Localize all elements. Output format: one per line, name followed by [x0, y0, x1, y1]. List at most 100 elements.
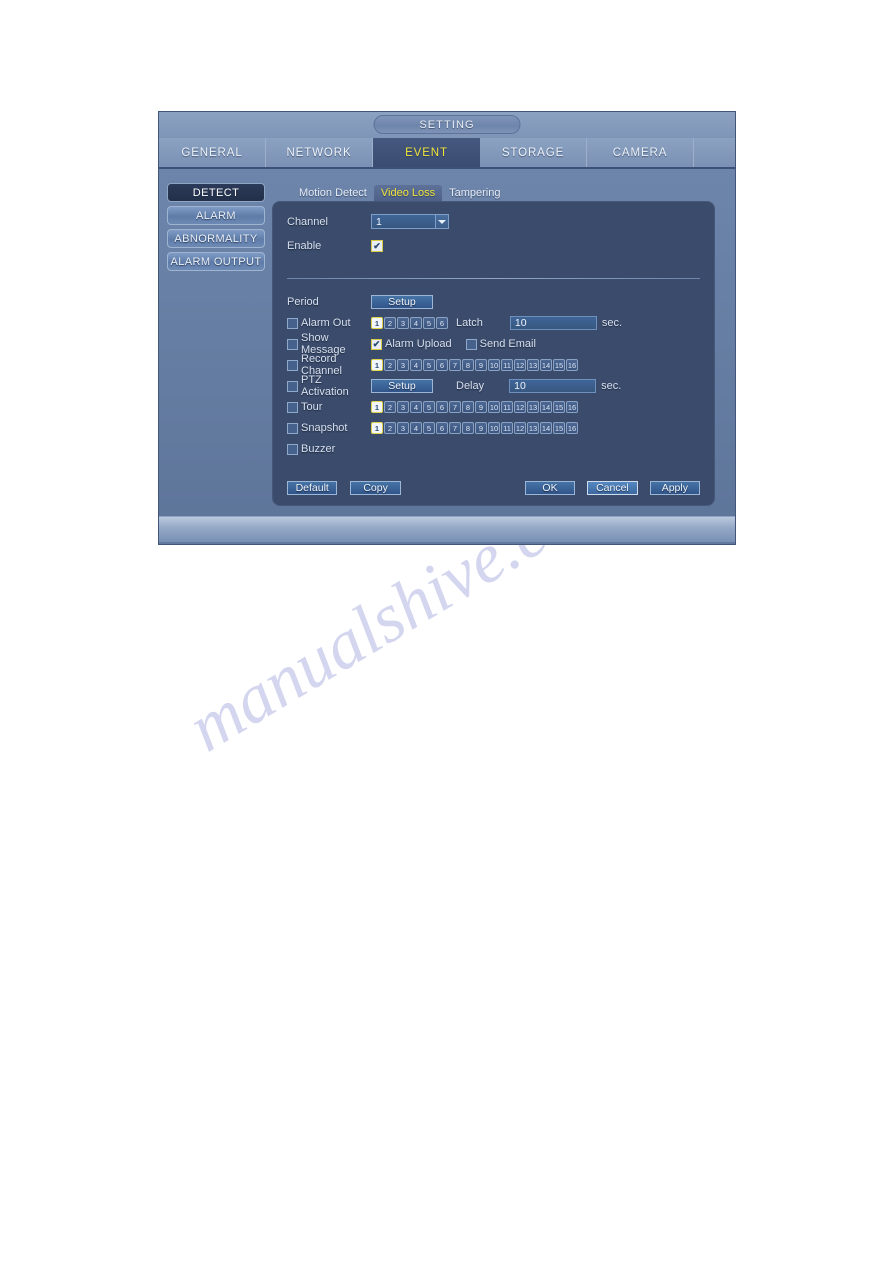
- tab-camera[interactable]: CAMERA: [587, 138, 694, 167]
- delay-unit: sec.: [601, 380, 622, 392]
- alarm-out-label: Alarm Out: [301, 317, 351, 329]
- snapshot-chip[interactable]: 15: [553, 422, 565, 434]
- record-channel-chip[interactable]: 14: [540, 359, 552, 371]
- buzzer-check-group: Buzzer: [287, 443, 371, 455]
- record-channel-checkbox[interactable]: [287, 359, 298, 371]
- ptz-activation-checkbox[interactable]: [287, 380, 298, 392]
- tour-chip[interactable]: 14: [540, 401, 552, 413]
- alarm-out-chip[interactable]: 4: [410, 317, 422, 329]
- show-message-checkbox[interactable]: [287, 338, 298, 350]
- record-channel-chip[interactable]: 1: [371, 359, 383, 371]
- sidebar-item-alarm-output[interactable]: ALARM OUTPUT: [167, 252, 265, 271]
- alarm-out-chip[interactable]: 2: [384, 317, 396, 329]
- tour-chip[interactable]: 2: [384, 401, 396, 413]
- tour-chip[interactable]: 5: [423, 401, 435, 413]
- alarm-out-chip[interactable]: 6: [436, 317, 448, 329]
- snapshot-label: Snapshot: [301, 422, 348, 434]
- tour-chip[interactable]: 8: [462, 401, 474, 413]
- tour-chip[interactable]: 10: [488, 401, 500, 413]
- setting-window: SETTING GENERAL NETWORK EVENT STORAGE CA…: [158, 111, 736, 545]
- buzzer-label: Buzzer: [301, 443, 336, 455]
- alarm-out-chip[interactable]: 5: [423, 317, 435, 329]
- tour-chip[interactable]: 11: [501, 401, 513, 413]
- send-email-checkbox[interactable]: [465, 338, 477, 350]
- chevron-down-icon[interactable]: [435, 215, 448, 228]
- snapshot-chip[interactable]: 4: [410, 422, 422, 434]
- record-channel-chip[interactable]: 10: [488, 359, 500, 371]
- record-channel-chip[interactable]: 7: [449, 359, 461, 371]
- sidebar-item-alarm[interactable]: ALARM: [167, 206, 265, 225]
- period-setup-button[interactable]: Setup: [371, 295, 433, 309]
- tab-event[interactable]: EVENT: [373, 138, 480, 167]
- snapshot-chips: 1 2 3 4 5 6 7 8 9 10 11 12 13 14 15 16: [371, 422, 578, 434]
- record-channel-chips: 1 2 3 4 5 6 7 8 9 10 11 12 13 14 15 16: [371, 359, 578, 371]
- main-tab-bar: GENERAL NETWORK EVENT STORAGE CAMERA: [159, 138, 735, 169]
- tour-row: Tour 1 2 3 4 5 6 7 8 9 10 11 12 13 14 15…: [287, 398, 700, 416]
- record-channel-chip[interactable]: 12: [514, 359, 526, 371]
- snapshot-chip[interactable]: 12: [514, 422, 526, 434]
- snapshot-chip[interactable]: 14: [540, 422, 552, 434]
- record-channel-chip[interactable]: 13: [527, 359, 539, 371]
- default-button[interactable]: Default: [287, 481, 338, 495]
- ok-button[interactable]: OK: [524, 481, 576, 495]
- action-button-bar: Default Copy OK Cancel Apply: [287, 481, 701, 495]
- snapshot-chip[interactable]: 11: [501, 422, 513, 434]
- record-channel-chip[interactable]: 16: [566, 359, 578, 371]
- alarm-out-chip[interactable]: 3: [397, 317, 409, 329]
- tour-chip[interactable]: 1: [371, 401, 383, 413]
- snapshot-chip[interactable]: 2: [384, 422, 396, 434]
- snapshot-chip[interactable]: 3: [397, 422, 409, 434]
- snapshot-chip[interactable]: 7: [449, 422, 461, 434]
- window-titlebar: SETTING: [159, 112, 735, 138]
- latch-input[interactable]: 10: [509, 316, 597, 330]
- apply-button[interactable]: Apply: [649, 481, 701, 495]
- tab-general[interactable]: GENERAL: [159, 138, 266, 167]
- snapshot-chip[interactable]: 5: [423, 422, 435, 434]
- enable-checkbox[interactable]: [371, 240, 383, 252]
- snapshot-chip[interactable]: 13: [527, 422, 539, 434]
- record-channel-chip[interactable]: 3: [397, 359, 409, 371]
- tour-chip[interactable]: 3: [397, 401, 409, 413]
- snapshot-chip[interactable]: 10: [488, 422, 500, 434]
- enable-row: Enable: [287, 235, 700, 257]
- record-channel-chip[interactable]: 6: [436, 359, 448, 371]
- alarm-out-chip[interactable]: 1: [371, 317, 383, 329]
- record-channel-chip[interactable]: 5: [423, 359, 435, 371]
- tour-chip[interactable]: 6: [436, 401, 448, 413]
- snapshot-checkbox[interactable]: [287, 422, 298, 434]
- alarm-out-checkbox[interactable]: [287, 317, 298, 329]
- tab-storage[interactable]: STORAGE: [480, 138, 587, 167]
- tour-chip[interactable]: 12: [514, 401, 526, 413]
- snapshot-chip[interactable]: 6: [436, 422, 448, 434]
- snapshot-chip[interactable]: 1: [371, 422, 383, 434]
- alarm-upload-checkbox[interactable]: [371, 338, 382, 350]
- cancel-button[interactable]: Cancel: [587, 481, 638, 495]
- alarm-upload-group: Alarm Upload: [371, 338, 452, 350]
- snapshot-chip[interactable]: 16: [566, 422, 578, 434]
- period-label: Period: [287, 296, 319, 308]
- channel-select[interactable]: 1: [371, 214, 449, 229]
- snapshot-chip[interactable]: 8: [462, 422, 474, 434]
- ptz-setup-button[interactable]: Setup: [371, 379, 433, 393]
- buzzer-checkbox[interactable]: [287, 443, 298, 455]
- delay-input[interactable]: 10: [509, 379, 597, 393]
- tour-chip[interactable]: 4: [410, 401, 422, 413]
- sidebar-item-abnormality[interactable]: ABNORMALITY: [167, 229, 265, 248]
- tour-chip[interactable]: 16: [566, 401, 578, 413]
- tour-checkbox[interactable]: [287, 401, 298, 413]
- tour-chip[interactable]: 15: [553, 401, 565, 413]
- sidebar-item-detect[interactable]: DETECT: [167, 183, 265, 202]
- record-channel-chip[interactable]: 15: [553, 359, 565, 371]
- record-channel-chip[interactable]: 2: [384, 359, 396, 371]
- record-channel-chip[interactable]: 8: [462, 359, 474, 371]
- tab-network[interactable]: NETWORK: [266, 138, 373, 167]
- tour-chip[interactable]: 13: [527, 401, 539, 413]
- copy-button[interactable]: Copy: [350, 481, 401, 495]
- record-channel-chip[interactable]: 9: [475, 359, 487, 371]
- tour-chip[interactable]: 9: [475, 401, 487, 413]
- record-channel-chip[interactable]: 4: [410, 359, 422, 371]
- tour-chip[interactable]: 7: [449, 401, 461, 413]
- snapshot-chip[interactable]: 9: [475, 422, 487, 434]
- record-channel-chip[interactable]: 11: [501, 359, 513, 371]
- alarm-out-chips: 1 2 3 4 5 6: [371, 317, 448, 329]
